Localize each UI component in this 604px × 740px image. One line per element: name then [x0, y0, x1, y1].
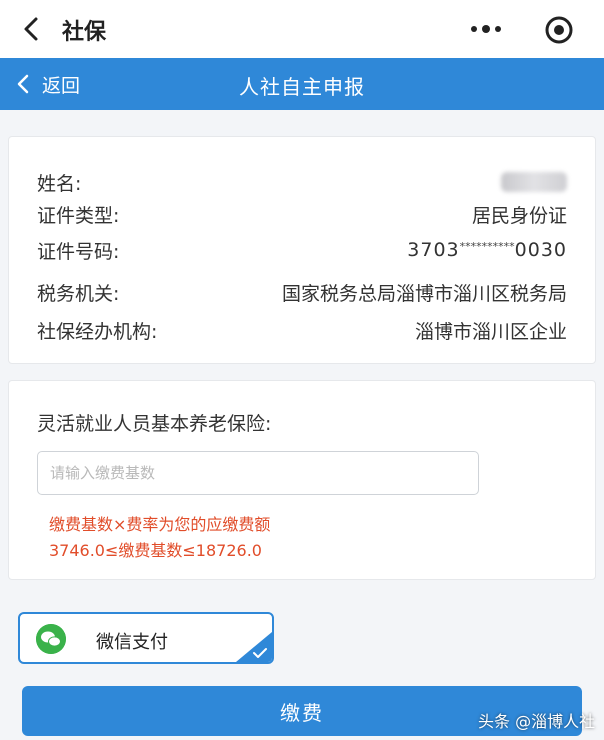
info-label: 税务机关: — [37, 282, 120, 305]
id-suffix: 0030 — [514, 239, 567, 261]
id-prefix: 3703 — [407, 239, 460, 261]
info-label: 姓名: — [37, 172, 82, 195]
info-label: 社保经办机构: — [37, 320, 158, 343]
app-title: 社保 — [62, 20, 107, 45]
hint-range: 3746.0≤缴费基数≤18726.0 — [49, 541, 262, 560]
info-row-tax-office: 税务机关: 国家税务总局淄博市淄川区税务局 — [37, 277, 567, 307]
info-row-id-type: 证件类型: 居民身份证 — [37, 199, 567, 229]
contribution-base-input[interactable] — [37, 451, 479, 495]
name-value-blurred — [501, 172, 567, 192]
wechat-pay-option[interactable]: 微信支付 — [18, 612, 274, 664]
payment-method-label: 微信支付 — [96, 632, 168, 653]
info-label: 证件号码: — [37, 240, 120, 263]
insurance-card: 灵活就业人员基本养老保险: 缴费基数×费率为您的应缴费额 3746.0≤缴费基数… — [8, 380, 596, 580]
insurance-label: 灵活就业人员基本养老保险: — [37, 413, 272, 435]
info-label: 证件类型: — [37, 204, 120, 227]
check-icon — [253, 648, 267, 658]
mini-app-bar: 社保 — [0, 0, 604, 58]
more-icon[interactable] — [466, 18, 506, 40]
info-row-agency: 社保经办机构: 淄博市淄川区企业 — [37, 315, 567, 345]
info-value: 国家税务总局淄博市淄川区税务局 — [281, 282, 567, 305]
taxpayer-info-card: 姓名: 证件类型: 居民身份证 证件号码: 3703**********0030… — [8, 136, 596, 364]
wechat-icon — [36, 624, 66, 654]
watermark: 头条 @淄博人社 — [478, 712, 596, 731]
info-value: 居民身份证 — [471, 204, 567, 227]
id-number-value: 3703**********0030 — [407, 239, 567, 261]
page-header: 返回 人社自主申报 — [0, 58, 604, 110]
page-title: 人社自主申报 — [239, 75, 365, 99]
hint-formula: 缴费基数×费率为您的应缴费额 — [49, 515, 271, 534]
close-target-icon[interactable] — [544, 15, 574, 45]
info-row-name: 姓名: — [37, 167, 567, 197]
info-row-id-number: 证件号码: 3703**********0030 — [37, 235, 567, 265]
id-mask: ********** — [459, 240, 515, 253]
info-value: 淄博市淄川区企业 — [414, 320, 567, 343]
chevron-left-icon[interactable] — [18, 15, 46, 43]
